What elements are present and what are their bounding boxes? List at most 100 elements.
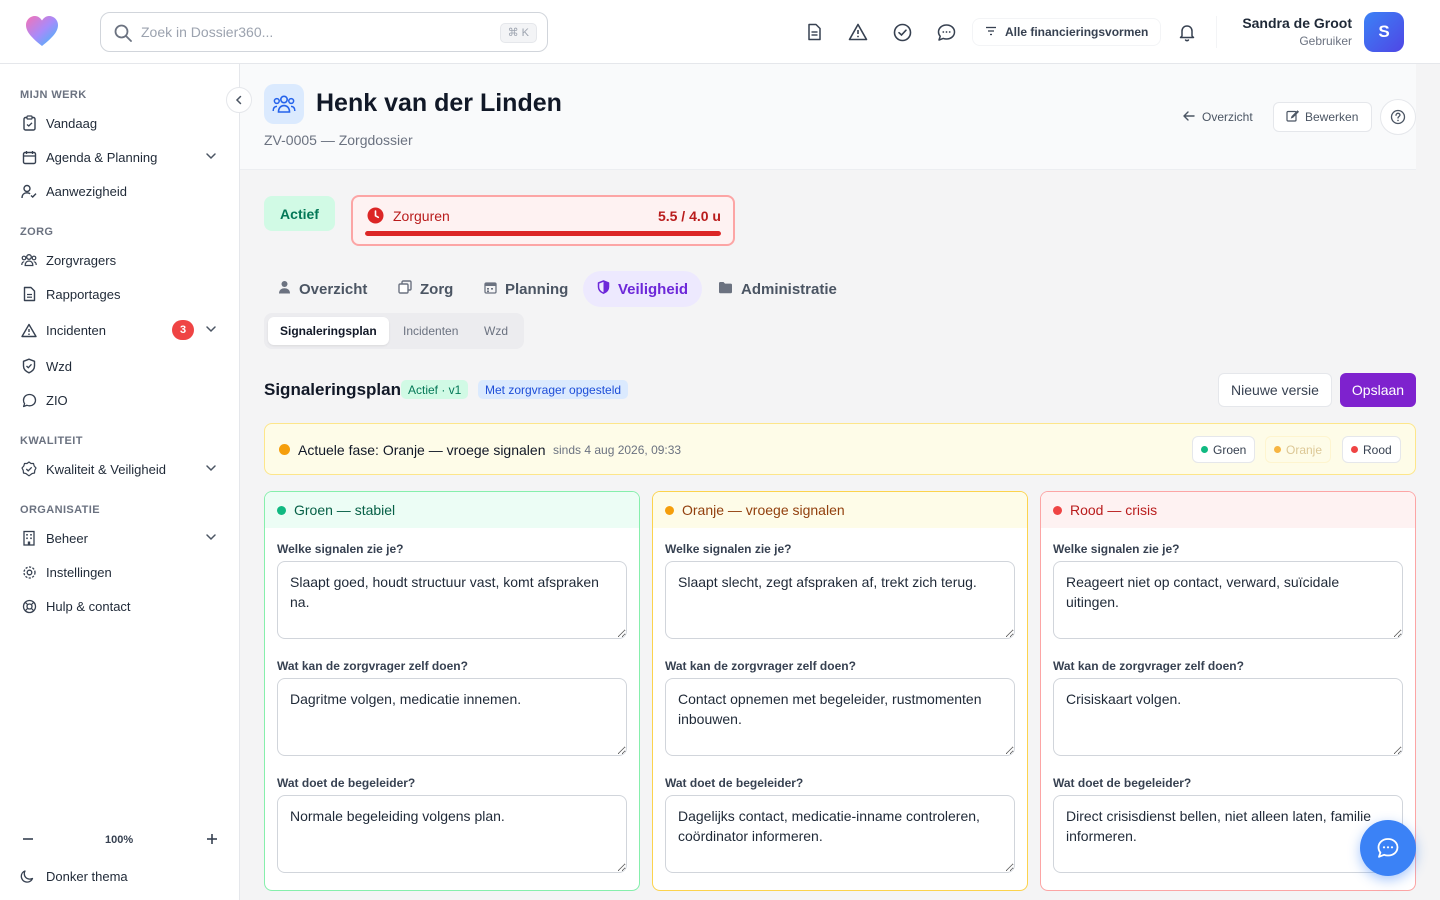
check-circle-icon[interactable] — [890, 20, 914, 44]
tab-administratie[interactable]: Administratie — [704, 271, 851, 307]
phase-button-label: Oranje — [1286, 442, 1323, 457]
zoom-out-icon[interactable] — [20, 831, 36, 850]
sidebar-collapse-button[interactable] — [226, 87, 252, 113]
subtab-signaleringsplan[interactable]: Signaleringsplan — [268, 317, 389, 345]
sidebar-section-title: ORGANISATIE — [20, 504, 100, 516]
chat-icon[interactable] — [934, 20, 958, 44]
incident-count-badge: 3 — [172, 320, 194, 340]
sidebar-item-aanwezigheid[interactable]: Aanwezigheid — [12, 176, 228, 206]
sidebar-item-label: ZIO — [46, 392, 68, 408]
dark-theme-toggle[interactable]: Donker thema — [12, 862, 228, 890]
calendar-icon — [20, 148, 38, 166]
question-label: Wat doet de begeleider? — [277, 776, 416, 790]
back-to-overview-button[interactable]: Overzicht — [1170, 102, 1265, 132]
sidebar-item-agenda[interactable]: Agenda & Planning — [12, 142, 228, 172]
save-button[interactable]: Opslaan — [1340, 373, 1416, 407]
column-header: Rood — crisis — [1041, 492, 1415, 528]
subtab-wzd[interactable]: Wzd — [472, 317, 520, 345]
edit-button[interactable]: Bewerken — [1273, 102, 1372, 132]
signals-textarea[interactable] — [277, 561, 627, 639]
back-label: Overzicht — [1202, 110, 1253, 124]
status-badge: Actief — [264, 196, 335, 231]
chat-icon — [1377, 838, 1399, 858]
sidebar-item-rapportages[interactable]: Rapportages — [12, 279, 228, 309]
search-bar[interactable]: ⌘ K — [100, 12, 548, 52]
sidebar-item-incidenten[interactable]: Incidenten 3 — [12, 315, 228, 345]
signals-textarea[interactable] — [1053, 561, 1403, 639]
caregiver-actions-textarea[interactable] — [277, 795, 627, 873]
sidebar-item-vandaag[interactable]: Vandaag — [12, 108, 228, 138]
column-title: Oranje — vroege signalen — [682, 502, 845, 518]
shield-icon — [597, 280, 610, 298]
section-title: Signaleringsplan — [264, 380, 401, 399]
tab-overzicht[interactable]: Overzicht — [264, 271, 381, 307]
column-title: Rood — crisis — [1070, 502, 1158, 518]
phase-button-green[interactable]: Groen — [1192, 436, 1256, 463]
edit-icon — [1286, 109, 1300, 125]
column-title: Groen — stabiel — [294, 502, 396, 518]
chevron-down-icon[interactable] — [204, 461, 218, 478]
chevron-left-icon — [235, 95, 242, 105]
alert-triangle-icon[interactable] — [846, 20, 870, 44]
chat-fab-button[interactable] — [1360, 820, 1416, 876]
care-hours-value: 5.5 / 4.0 u — [657, 208, 721, 224]
subtab-incidenten[interactable]: Incidenten — [391, 317, 470, 345]
question-label: Welke signalen zie je? — [1053, 542, 1180, 556]
help-button[interactable] — [1380, 99, 1416, 135]
phase-button-label: Groen — [1213, 442, 1247, 457]
topbar-divider — [1216, 16, 1217, 48]
phase-status-dot — [279, 444, 290, 455]
phase-button-red[interactable]: Rood — [1342, 436, 1401, 463]
caregiver-actions-textarea[interactable] — [1053, 795, 1403, 873]
signals-textarea[interactable] — [665, 561, 1015, 639]
search-icon — [113, 23, 133, 48]
report-icon — [20, 285, 38, 303]
phase-button-label: Rood — [1363, 442, 1392, 457]
filter-icon — [985, 25, 997, 40]
document-icon[interactable] — [802, 20, 826, 44]
sidebar-item-instellingen[interactable]: Instellingen — [12, 557, 228, 587]
sidebar-item-hulp[interactable]: Hulp & contact — [12, 591, 228, 621]
sidebar-item-label: Agenda & Planning — [46, 149, 158, 165]
sidebar-item-zorgvragers[interactable]: Zorgvragers — [12, 245, 228, 275]
sidebar-item-zio[interactable]: ZIO — [12, 385, 228, 415]
financing-filter[interactable]: Alle financieringsvormen — [972, 18, 1162, 46]
new-version-button[interactable]: Nieuwe versie — [1218, 373, 1332, 407]
tab-zorg[interactable]: Zorg — [384, 271, 467, 307]
bell-icon[interactable] — [1175, 20, 1199, 44]
clipboard-icon — [20, 114, 38, 132]
question-label: Wat kan de zorgvrager zelf doen? — [665, 659, 856, 673]
copy-icon — [398, 280, 412, 298]
phase-column-orange: Oranje — vroege signalen Welke signalen … — [652, 491, 1028, 891]
phase-column-green: Groen — stabiel Welke signalen zie je? W… — [264, 491, 640, 891]
sidebar-item-wzd[interactable]: Wzd — [12, 351, 228, 381]
zoom-in-icon[interactable] — [204, 831, 220, 850]
question-label: Wat doet de begeleider? — [1053, 776, 1192, 790]
sidebar-section-title: MIJN WERK — [20, 89, 87, 101]
chevron-down-icon[interactable] — [204, 149, 218, 166]
chevron-down-icon[interactable] — [204, 530, 218, 547]
user-role: Gebruiker — [1299, 34, 1352, 48]
phase-button-orange[interactable]: Oranje — [1265, 436, 1332, 463]
user-name[interactable]: Sandra de Groot — [1242, 15, 1352, 31]
avatar[interactable]: S — [1364, 12, 1404, 52]
tab-planning[interactable]: Planning — [470, 271, 582, 307]
self-actions-textarea[interactable] — [665, 678, 1015, 756]
chevron-down-icon[interactable] — [204, 322, 218, 339]
tab-label: Administratie — [741, 280, 837, 298]
self-actions-textarea[interactable] — [1053, 678, 1403, 756]
app-logo-heart-icon[interactable] — [24, 14, 60, 50]
caregiver-actions-textarea[interactable] — [665, 795, 1015, 873]
sidebar-item-beheer[interactable]: Beheer — [12, 523, 228, 553]
current-phase-banner: Actuele fase: Oranje — vroege signalen s… — [264, 423, 1416, 475]
search-input[interactable] — [141, 21, 481, 43]
sidebar-item-label: Kwaliteit & Veiligheid — [46, 461, 166, 477]
sidebar-item-kwaliteit[interactable]: Kwaliteit & Veiligheid — [12, 454, 228, 484]
page-title: Henk van der Linden — [316, 89, 562, 117]
self-actions-textarea[interactable] — [277, 678, 627, 756]
sidebar-item-label: Aanwezigheid — [46, 183, 127, 199]
edit-label: Bewerken — [1305, 110, 1359, 124]
tab-veiligheid[interactable]: Veiligheid — [583, 271, 703, 307]
search-shortcut: ⌘ K — [499, 23, 537, 43]
top-bar: ⌘ K Alle financieringsvormen Sandra de G… — [0, 0, 1440, 64]
